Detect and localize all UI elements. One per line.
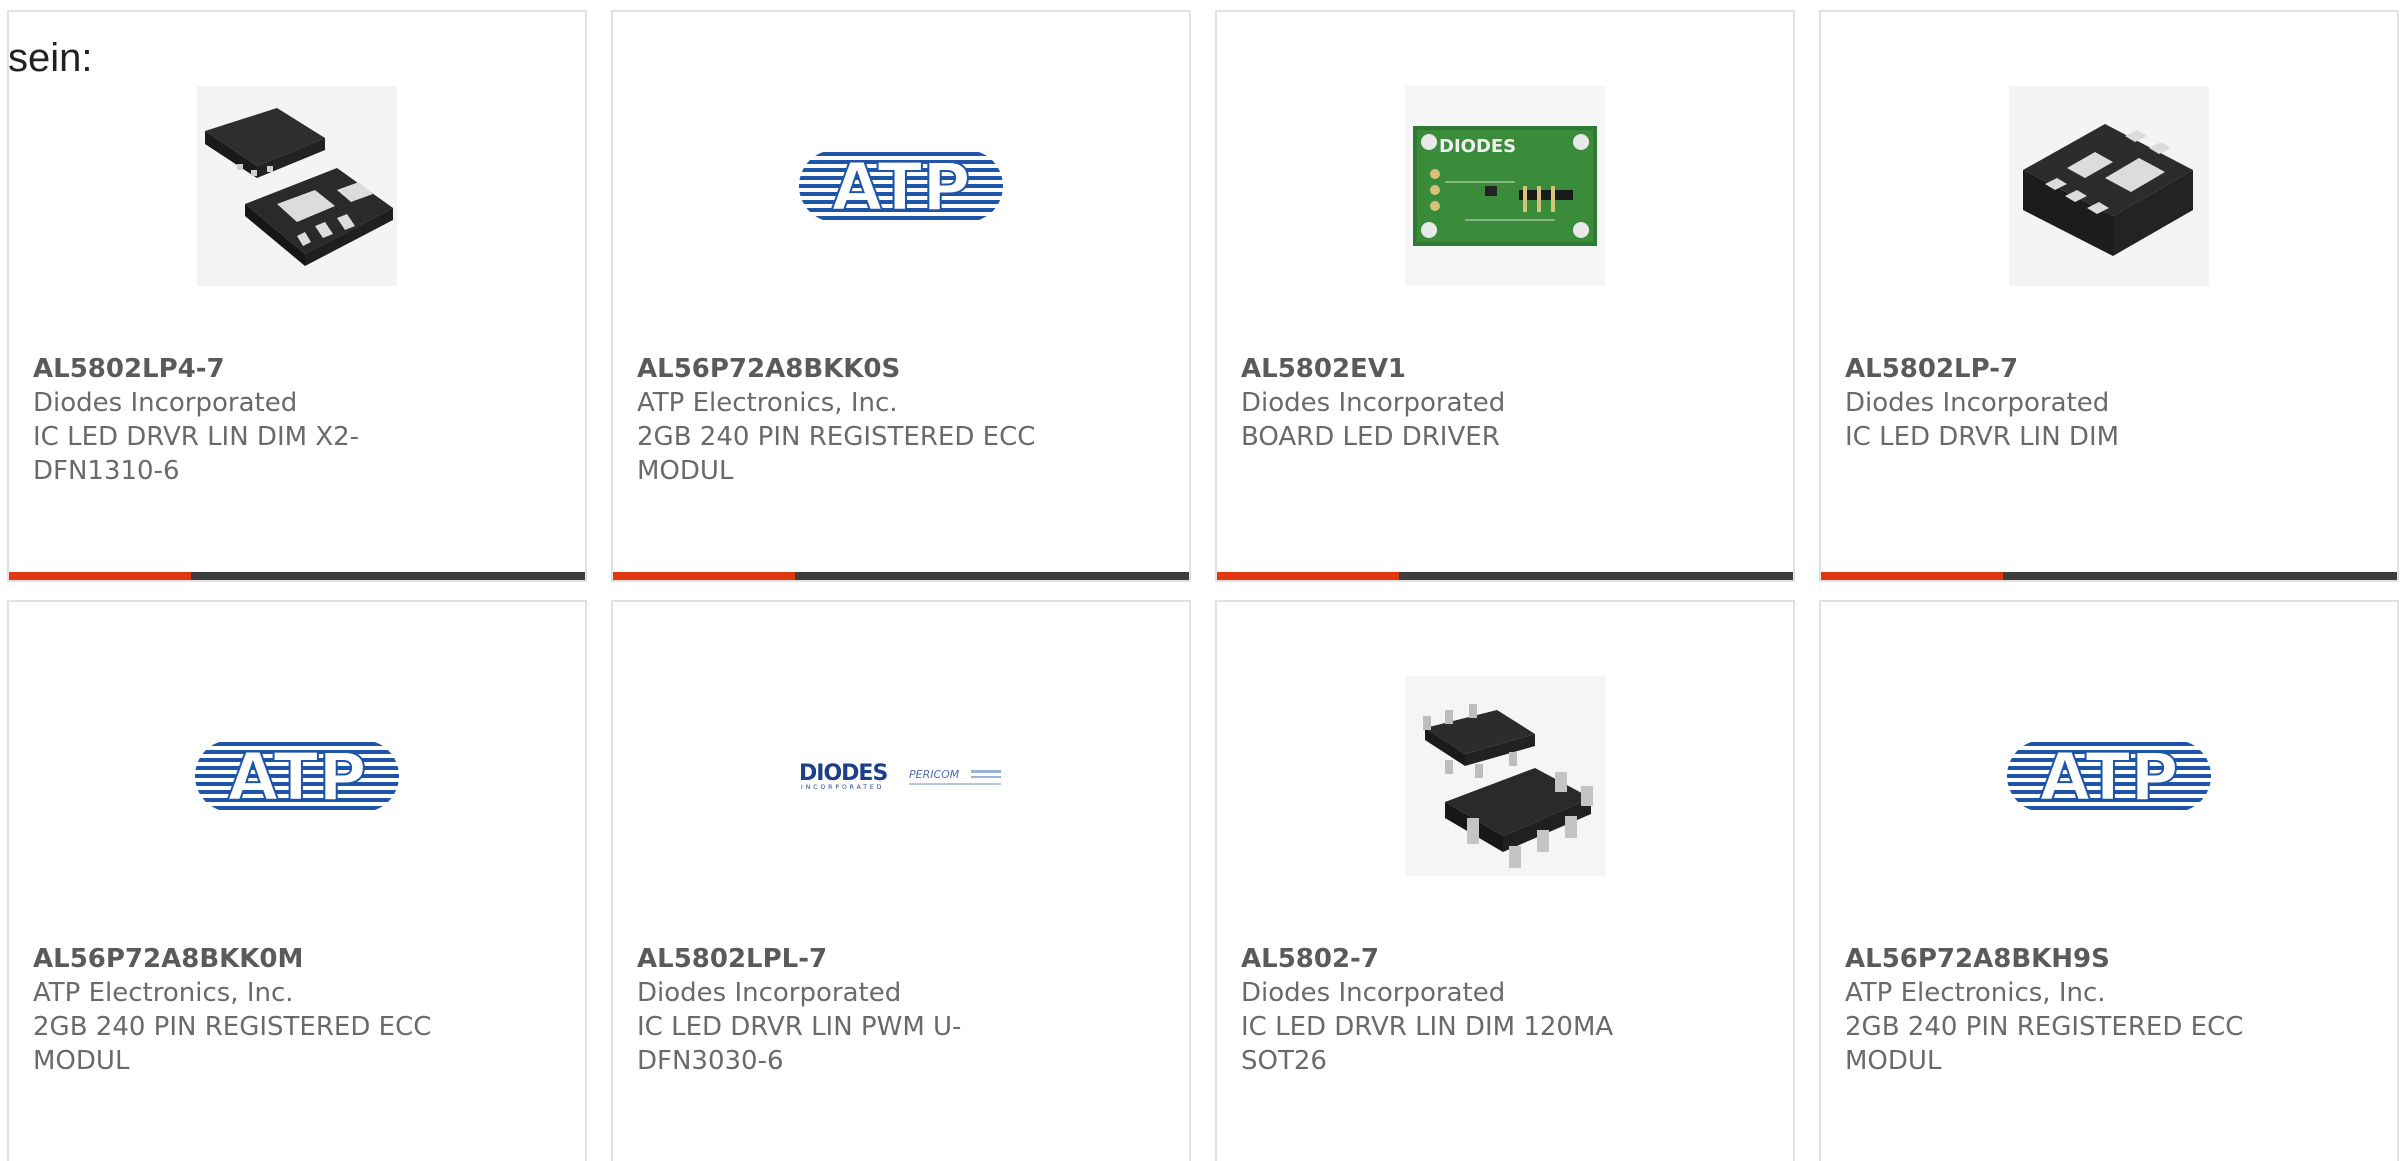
card-footer-bar [613,572,1189,580]
atp-logo-text: ATP [831,150,970,222]
product-image: ATP [613,80,1189,292]
product-info: AL56P72A8BKH9S ATP Electronics, Inc. 2GB… [1845,942,2373,1078]
product-card[interactable]: ATP AL56P72A8BKK0M ATP Electronics, Inc.… [7,600,587,1161]
product-image [9,80,585,292]
intro-text: sein: [8,36,93,80]
manufacturer: Diodes Incorporated [1241,388,1506,418]
part-number[interactable]: AL5802LP-7 [1845,352,2373,386]
part-number[interactable]: AL5802EV1 [1241,352,1769,386]
product-info: AL5802EV1 Diodes Incorporated BOARD LED … [1241,352,1769,454]
card-accent [1217,572,1399,580]
product-info: AL5802-7 Diodes Incorporated IC LED DRVR… [1241,942,1769,1078]
product-card[interactable]: DIODES INCORPORATED PERICOM AL5802LPL-7 … [611,600,1191,1161]
atp-logo-text: ATP [227,740,366,812]
card-footer-bar [1217,572,1793,580]
manufacturer: Diodes Incorporated [33,388,298,418]
manufacturer: ATP Electronics, Inc. [33,978,294,1008]
product-info: AL5802LP4-7 Diodes Incorporated IC LED D… [33,352,561,488]
description: IC LED DRVR LIN DIM X2-DFN1310-6 [33,422,360,486]
description: IC LED DRVR LIN DIM [1845,422,2120,452]
diodes-logo-text: DIODES [799,761,887,786]
description: BOARD LED DRIVER [1241,422,1500,452]
atp-logo: ATP [195,740,399,812]
part-number[interactable]: AL56P72A8BKK0M [33,942,561,976]
description: 2GB 240 PIN REGISTERED ECC MODUL [33,1012,432,1076]
part-number[interactable]: AL5802-7 [1241,942,1769,976]
product-card[interactable]: AL5802-7 Diodes Incorporated IC LED DRVR… [1215,600,1795,1161]
product-image: DIODES INCORPORATED PERICOM [613,670,1189,882]
product-info: AL56P72A8BKK0S ATP Electronics, Inc. 2GB… [637,352,1165,488]
description: IC LED DRVR LIN DIM 120MA SOT26 [1241,1012,1614,1076]
atp-logo-text: ATP [2039,740,2178,812]
manufacturer: ATP Electronics, Inc. [1845,978,2106,1008]
part-number[interactable]: AL5802LP4-7 [33,352,561,386]
part-number[interactable]: AL5802LPL-7 [637,942,1165,976]
diodes-board-text: DIODES [1439,136,1516,157]
card-accent [613,572,795,580]
product-image: ATP [1821,670,2397,882]
product-card[interactable]: ATP AL56P72A8BKH9S ATP Electronics, Inc.… [1819,600,2399,1161]
manufacturer: ATP Electronics, Inc. [637,388,898,418]
product-info: AL56P72A8BKK0M ATP Electronics, Inc. 2GB… [33,942,561,1078]
pericom-logo-text: PERICOM [909,768,960,781]
product-card[interactable]: ATP AL56P72A8BKK0S ATP Electronics, Inc.… [611,10,1191,582]
diodes-pericom-logo: DIODES INCORPORATED PERICOM [799,761,1001,791]
manufacturer: Diodes Incorporated [1241,978,1506,1008]
card-footer-bar [9,572,585,580]
part-number[interactable]: AL56P72A8BKH9S [1845,942,2373,976]
eval-board-icon: DIODES [1405,86,1605,286]
manufacturer: Diodes Incorporated [1845,388,2110,418]
product-card[interactable]: AL5802LP4-7 Diodes Incorporated IC LED D… [7,10,587,582]
atp-logo: ATP [2007,740,2211,812]
product-info: AL5802LPL-7 Diodes Incorporated IC LED D… [637,942,1165,1078]
product-card[interactable]: AL5802LP-7 Diodes Incorporated IC LED DR… [1819,10,2399,582]
description: IC LED DRVR LIN PWM U-DFN3030-6 [637,1012,962,1076]
manufacturer: Diodes Incorporated [637,978,902,1008]
product-info: AL5802LP-7 Diodes Incorporated IC LED DR… [1845,352,2373,454]
part-number[interactable]: AL56P72A8BKK0S [637,352,1165,386]
product-image: DIODES [1217,80,1793,292]
description: 2GB 240 PIN REGISTERED ECC MODUL [1845,1012,2244,1076]
chip-package-icon [197,86,397,286]
product-image: ATP [9,670,585,882]
product-grid: AL5802LP4-7 Diodes Incorporated IC LED D… [7,10,2400,1161]
product-card[interactable]: DIODES AL5802EV1 Diodes Incorporated BOA… [1215,10,1795,582]
atp-logo: ATP [799,150,1003,222]
product-image [1821,80,2397,292]
sot26-chip-icon [1405,676,1605,876]
card-footer-bar [1821,572,2397,580]
diodes-logo-subtext: INCORPORATED [801,784,884,791]
description: 2GB 240 PIN REGISTERED ECC MODUL [637,422,1036,486]
card-accent [9,572,191,580]
product-image [1217,670,1793,882]
card-accent [1821,572,2003,580]
chip-dfn-icon [2009,86,2209,286]
